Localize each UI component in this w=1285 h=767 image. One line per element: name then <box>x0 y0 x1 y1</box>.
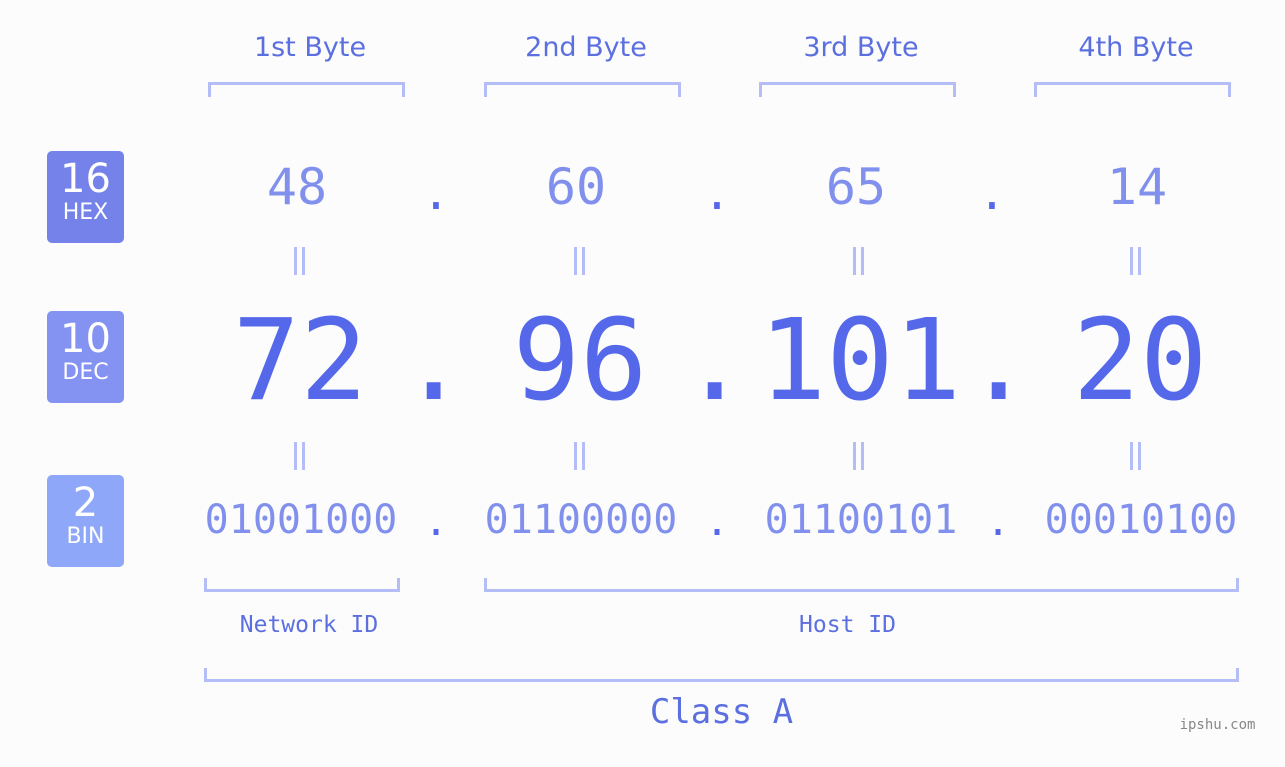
bin-separator-1: . <box>423 499 449 545</box>
bin-octet-4: 00010100 <box>1044 497 1238 543</box>
hex-octet-3: 65 <box>825 158 887 216</box>
host-id-label: Host ID <box>799 612 896 638</box>
network-id-bracket <box>204 578 400 592</box>
watermark: ipshu.com <box>1179 717 1256 733</box>
equals-icon <box>849 247 869 275</box>
host-id-bracket <box>484 578 1239 592</box>
byte-bracket-3 <box>759 82 956 97</box>
dec-badge: 10 DEC <box>47 311 124 403</box>
byte-bracket-4 <box>1034 82 1231 97</box>
bin-octet-2: 01100000 <box>484 497 678 543</box>
hex-separator-1: . <box>422 166 450 220</box>
hex-badge: 16 HEX <box>47 151 124 243</box>
bin-badge: 2 BIN <box>47 475 124 567</box>
byte-bracket-1 <box>208 82 405 97</box>
dec-separator-1: . <box>400 296 468 426</box>
equals-icon <box>1126 442 1146 470</box>
dec-octet-4: 20 <box>1072 296 1208 426</box>
dec-octet-1: 72 <box>232 296 368 426</box>
dec-separator-3: . <box>965 296 1033 426</box>
bin-octet-3: 01100101 <box>764 497 958 543</box>
dec-octet-3: 101 <box>758 296 962 426</box>
dec-base-label: DEC <box>62 360 109 385</box>
equals-icon <box>1126 247 1146 275</box>
network-id-label: Network ID <box>239 612 379 638</box>
bin-base-number: 2 <box>72 480 99 526</box>
class-bracket <box>204 668 1239 682</box>
equals-icon <box>849 442 869 470</box>
hex-separator-2: . <box>703 166 731 220</box>
byte-label-4: 4th Byte <box>1078 32 1194 63</box>
hex-base-number: 16 <box>60 156 111 202</box>
byte-label-3: 3rd Byte <box>803 32 919 63</box>
dec-octet-2: 96 <box>512 296 648 426</box>
hex-separator-3: . <box>978 166 1006 220</box>
bin-separator-2: . <box>704 499 730 545</box>
bin-base-label: BIN <box>66 524 105 549</box>
dec-separator-2: . <box>681 296 749 426</box>
byte-label-2: 2nd Byte <box>525 32 647 63</box>
dec-base-number: 10 <box>60 316 111 362</box>
bin-octet-1: 01001000 <box>204 497 398 543</box>
hex-octet-4: 14 <box>1106 158 1168 216</box>
equals-icon <box>290 442 310 470</box>
equals-icon <box>290 247 310 275</box>
hex-octet-2: 60 <box>545 158 607 216</box>
byte-bracket-2 <box>484 82 681 97</box>
byte-label-1: 1st Byte <box>253 32 367 63</box>
equals-icon <box>570 442 590 470</box>
hex-octet-1: 48 <box>266 158 328 216</box>
equals-icon <box>570 247 590 275</box>
class-label: Class A <box>649 692 794 732</box>
hex-base-label: HEX <box>62 200 109 225</box>
bin-separator-3: . <box>985 499 1011 545</box>
